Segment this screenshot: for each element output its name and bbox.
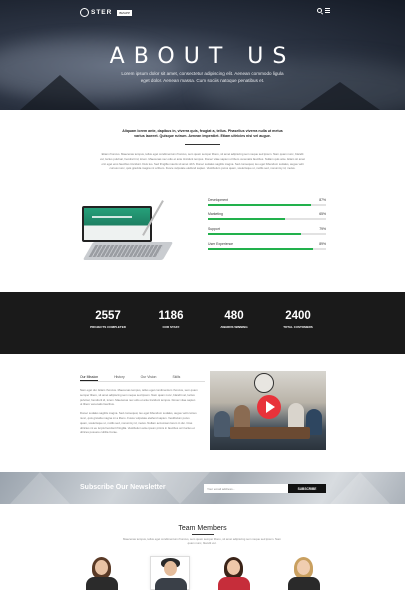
skill-track — [208, 233, 326, 235]
tab-our-mission[interactable]: Our Mission — [80, 374, 99, 381]
team-member-photo[interactable] — [82, 556, 122, 590]
stat-item: 1186 OUR STAFF — [136, 310, 206, 329]
stat-number: 480 — [224, 310, 244, 322]
tab-history[interactable]: History — [114, 374, 125, 381]
skill-label: User Experience — [208, 242, 234, 246]
stat-number: 1186 — [158, 310, 184, 322]
skill-bar: Support 79% — [208, 227, 326, 235]
stat-number: 2557 — [95, 310, 121, 322]
stat-label: PROJECTS COMPLETED — [90, 325, 126, 329]
tablet-screen — [82, 206, 152, 242]
skill-percent: 89% — [319, 242, 326, 246]
skill-percent: 79% — [319, 227, 326, 231]
search-icon[interactable] — [317, 8, 322, 13]
site-logo[interactable]: STER BIZAPP — [80, 8, 133, 17]
stat-label: OUR STAFF — [162, 325, 180, 329]
person-image — [214, 411, 230, 437]
menu-icon[interactable] — [325, 8, 330, 13]
subscribe-button[interactable]: SUBSCRIBE — [288, 484, 326, 493]
logo-ring-icon — [80, 8, 89, 17]
logo-tag: BIZAPP — [117, 9, 133, 16]
intro-lead: Aliquam lorem ante, dapibus in, viverra … — [122, 129, 283, 138]
divider — [185, 144, 220, 145]
hero-mountain — [300, 82, 380, 110]
team-title: Team Members — [178, 525, 227, 532]
team-subtitle: Maecenas tempus, tellus eget condimentum… — [123, 537, 281, 546]
newsletter-email-input[interactable]: Your email address... — [204, 484, 288, 493]
skill-bar: Development 87% — [208, 198, 326, 206]
skill-label: Development — [208, 198, 228, 202]
tab-skills[interactable]: Skills — [172, 374, 180, 381]
stat-label: TOTAL CUSTOMERS — [283, 325, 313, 329]
intro-body: Etiam rhoncus. Maecenas tempus, tellus e… — [100, 152, 305, 171]
tab-paragraph: Nam eget dui. Etiam rhoncus. Maecenas te… — [80, 388, 198, 407]
team-member-photo[interactable] — [150, 556, 190, 590]
skill-percent: 65% — [319, 212, 326, 216]
team-member-photo[interactable] — [214, 556, 254, 590]
newsletter-band: Subscribe Our Newsletter Your email addr… — [0, 472, 405, 504]
logo-text: STER — [91, 9, 113, 16]
skill-fill — [208, 233, 302, 235]
skill-percent: 87% — [319, 198, 326, 202]
skill-track — [208, 204, 326, 206]
skill-label: Marketing — [208, 212, 223, 216]
tab-paragraph: Donec sodales sagittis magna. Sed conseq… — [80, 411, 197, 435]
skill-track — [208, 248, 326, 250]
divider — [192, 534, 214, 535]
wall-clock-image — [254, 373, 274, 393]
stat-item: 480 AWARDS WINNING — [199, 310, 269, 329]
skill-label: Support — [208, 227, 220, 231]
tablet-image — [82, 206, 174, 260]
person-image — [288, 403, 304, 429]
skill-fill — [208, 218, 285, 220]
tablet-keyboard — [82, 242, 174, 260]
tab-content: Nam eget dui. Etiam rhoncus. Maecenas te… — [80, 388, 198, 439]
table-image — [230, 427, 310, 439]
stat-item: 2400 TOTAL CUSTOMERS — [263, 310, 333, 329]
skill-fill — [208, 204, 311, 206]
skill-bar: Marketing 65% — [208, 212, 326, 220]
newsletter-title: Subscribe Our Newsletter — [80, 484, 166, 491]
skill-bar: User Experience 89% — [208, 242, 326, 250]
page-title: ABOUT US — [109, 44, 296, 69]
stat-number: 2400 — [285, 310, 311, 322]
hero-banner: STER BIZAPP ABOUT US Lorem ipsum dolor s… — [0, 0, 405, 110]
tab-our-vision[interactable]: Our Vision — [141, 374, 157, 381]
team-member-photo[interactable] — [284, 556, 324, 590]
hero-mountain — [20, 75, 100, 110]
hero-subtitle: Lorem ipsum dolor sit amet, consectetur … — [121, 71, 284, 83]
stats-band: 2557 PROJECTS COMPLETED 1186 OUR STAFF 4… — [0, 292, 405, 354]
stat-item: 2557 PROJECTS COMPLETED — [73, 310, 143, 329]
play-icon[interactable] — [257, 395, 281, 419]
skill-fill — [208, 248, 314, 250]
video-thumbnail[interactable] — [210, 371, 326, 450]
skill-track — [208, 218, 326, 220]
stat-label: AWARDS WINNING — [220, 325, 248, 329]
about-tabs: Our Mission History Our Vision Skills — [80, 374, 205, 382]
